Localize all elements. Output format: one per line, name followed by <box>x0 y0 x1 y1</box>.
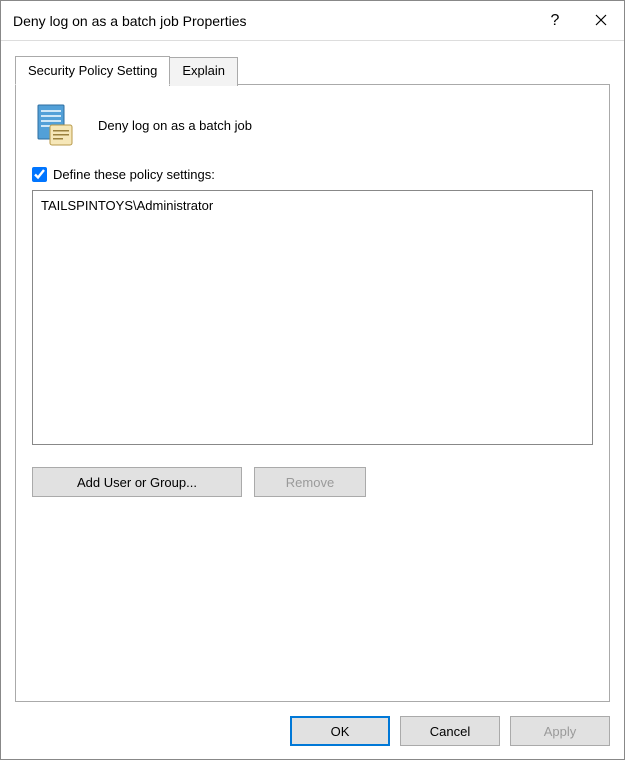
tab-panel: Deny log on as a batch job Define these … <box>15 84 610 702</box>
list-item[interactable]: TAILSPINTOYS\Administrator <box>41 197 584 214</box>
add-user-or-group-button[interactable]: Add User or Group... <box>32 467 242 497</box>
remove-button[interactable]: Remove <box>254 467 366 497</box>
cancel-button[interactable]: Cancel <box>400 716 500 746</box>
policy-header: Deny log on as a batch job <box>32 101 593 149</box>
client-area: Security Policy Setting Explain Deny log… <box>1 41 624 703</box>
list-buttons-row: Add User or Group... Remove <box>32 467 593 497</box>
define-checkbox-label: Define these policy settings: <box>53 167 215 182</box>
help-button[interactable]: ? <box>532 1 578 41</box>
tabstrip: Security Policy Setting Explain <box>15 55 610 84</box>
dialog-footer: OK Cancel Apply <box>1 703 624 759</box>
window-title: Deny log on as a batch job Properties <box>13 13 532 29</box>
ok-button[interactable]: OK <box>290 716 390 746</box>
tab-security-policy-setting[interactable]: Security Policy Setting <box>15 56 170 85</box>
principals-listbox[interactable]: TAILSPINTOYS\Administrator <box>32 190 593 445</box>
close-button[interactable] <box>578 1 624 41</box>
tab-explain[interactable]: Explain <box>169 57 238 86</box>
close-icon <box>595 10 607 31</box>
define-checkbox[interactable] <box>32 167 47 182</box>
policy-icon <box>32 101 80 149</box>
titlebar: Deny log on as a batch job Properties ? <box>1 1 624 41</box>
apply-button[interactable]: Apply <box>510 716 610 746</box>
define-checkbox-row[interactable]: Define these policy settings: <box>32 167 593 182</box>
policy-name: Deny log on as a batch job <box>98 118 252 133</box>
